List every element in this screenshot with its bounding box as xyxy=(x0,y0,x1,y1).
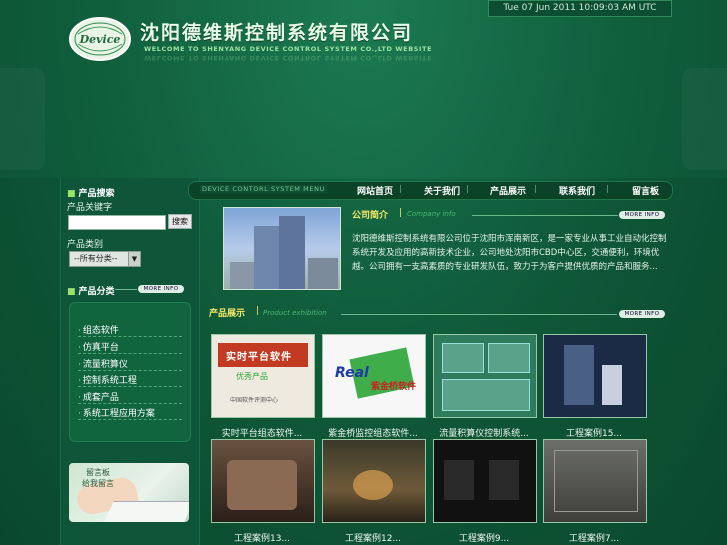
keyword-input[interactable] xyxy=(68,215,166,230)
category-item[interactable]: · 控制系统工程 xyxy=(78,373,182,387)
more-info-categories[interactable]: MORE INFO xyxy=(138,285,184,293)
category-select[interactable]: --所有分类-- ▼ xyxy=(69,251,141,267)
product-card[interactable]: 工程案例7... xyxy=(543,439,647,544)
logo-text: Device xyxy=(79,33,121,46)
decorative-panel-right xyxy=(682,68,727,170)
nav-separator: | xyxy=(466,184,469,193)
nav-separator: | xyxy=(399,184,402,193)
products-section-subtitle: Product exhibition xyxy=(263,309,327,317)
more-info-company[interactable]: MORE INFO xyxy=(619,211,665,219)
category-item[interactable]: · 系统工程应用方案 xyxy=(78,406,182,420)
chevron-down-icon: ▼ xyxy=(128,252,140,266)
product-thumbnail[interactable] xyxy=(322,439,426,523)
decorative-panel-left xyxy=(0,68,45,170)
title-separator: | xyxy=(399,208,403,218)
product-card[interactable]: 工程案例12... xyxy=(322,439,426,544)
product-card[interactable]: 实时平台软件 优秀产品 中国软件评测中心 实时平台组态软件... xyxy=(211,334,315,439)
product-caption[interactable]: 工程案例9... xyxy=(433,531,535,544)
title-separator: | xyxy=(256,306,260,316)
product-card[interactable]: 流量积算仪控制系统... xyxy=(433,334,537,439)
category-item[interactable]: · 成套产品 xyxy=(78,390,182,404)
search-button[interactable]: 搜索 xyxy=(168,214,192,229)
company-intro-text: 沈阳德维斯控制系统有限公司位于沈阳市浑南新区，是一家专业从事工业自动化控制系统开… xyxy=(352,234,667,272)
product-thumbnail[interactable]: Real 紫金桥软件 xyxy=(322,334,426,418)
company-section-subtitle: Company info xyxy=(407,210,456,218)
product-thumbnail[interactable] xyxy=(433,439,537,523)
category-select-value: --所有分类-- xyxy=(74,254,118,263)
nav-title: DEVICE CONTORL SYSTEM MENU xyxy=(200,185,327,193)
nav-item-products[interactable]: 产品展示 xyxy=(490,184,526,197)
product-card[interactable]: 工程案例15... xyxy=(543,334,647,439)
search-heading: ■ 产品搜索 xyxy=(67,189,115,199)
product-caption[interactable]: 实时平台组态软件... xyxy=(211,426,313,439)
thumb-title-text: 紫金桥软件 xyxy=(371,382,417,392)
nav-item-guestbook[interactable]: 留言板 xyxy=(632,184,659,197)
nav-item-contact[interactable]: 联系我们 xyxy=(559,184,595,197)
product-caption[interactable]: 工程案例7... xyxy=(543,531,645,544)
product-caption[interactable]: 工程案例12... xyxy=(322,531,424,544)
product-caption[interactable]: 工程案例15... xyxy=(543,426,645,439)
nav-separator: | xyxy=(606,184,609,193)
product-card[interactable]: Real 紫金桥软件 紫金桥监控组态软件... xyxy=(322,334,426,439)
product-caption[interactable]: 紫金桥监控组态软件... xyxy=(322,426,424,439)
divider-line xyxy=(472,215,618,216)
company-section-title: 公司简介 xyxy=(352,211,389,221)
nav-item-about[interactable]: 关于我们 xyxy=(424,184,460,197)
thumb-brand-text: Real xyxy=(335,365,369,381)
product-thumbnail[interactable]: 实时平台软件 优秀产品 中国软件评测中心 xyxy=(211,334,315,418)
nav-separator: | xyxy=(534,184,537,193)
product-thumbnail[interactable] xyxy=(211,439,315,523)
product-thumbnail[interactable] xyxy=(543,439,647,523)
more-info-products[interactable]: MORE INFO xyxy=(619,310,665,318)
company-logo[interactable]: Device xyxy=(68,16,132,62)
product-thumbnail[interactable] xyxy=(543,334,647,418)
site-subtitle: WELCOME TO SHENYANG DEVICE CONTROL SYSTE… xyxy=(144,45,433,53)
thumb-small-text: 中国软件评测中心 xyxy=(230,397,279,404)
product-caption[interactable]: 流量积算仪控制系统... xyxy=(433,426,535,439)
category-item[interactable]: · 仿真平台 xyxy=(78,340,182,354)
keyword-label: 产品关键字 xyxy=(67,203,113,213)
product-card[interactable]: 工程案例9... xyxy=(433,439,537,544)
site-subtitle-reflection: WELCOME TO SHENYANG DEVICE CONTROL SYSTE… xyxy=(144,54,433,62)
category-label: 产品类别 xyxy=(67,240,104,250)
divider-line xyxy=(115,289,137,290)
products-section-title: 产品展示 xyxy=(209,309,246,319)
thumb-banner-text: 实时平台软件 xyxy=(226,352,292,363)
category-item[interactable]: · 流量积算仪 xyxy=(78,357,182,371)
clock-display: Tue 07 Jun 2011 10:09:03 AM UTC xyxy=(488,0,672,17)
product-thumbnail[interactable] xyxy=(433,334,537,418)
category-item[interactable]: · 组态软件 xyxy=(78,323,182,337)
category-heading: ■ 产品分类 xyxy=(67,287,115,297)
divider-line xyxy=(341,314,617,315)
keyboard-image xyxy=(104,501,189,522)
guestbook-title: 留言板 xyxy=(86,468,110,477)
product-card[interactable]: 工程案例13... xyxy=(211,439,315,544)
site-title: 沈阳德维斯控制系统有限公司 xyxy=(140,22,414,44)
company-building-image xyxy=(223,207,341,290)
nav-item-home[interactable]: 网站首页 xyxy=(357,184,393,197)
guestbook-subtitle: 给我留言 xyxy=(82,479,114,488)
thumb-sub-text: 优秀产品 xyxy=(236,372,268,381)
product-caption[interactable]: 工程案例13... xyxy=(211,531,313,544)
